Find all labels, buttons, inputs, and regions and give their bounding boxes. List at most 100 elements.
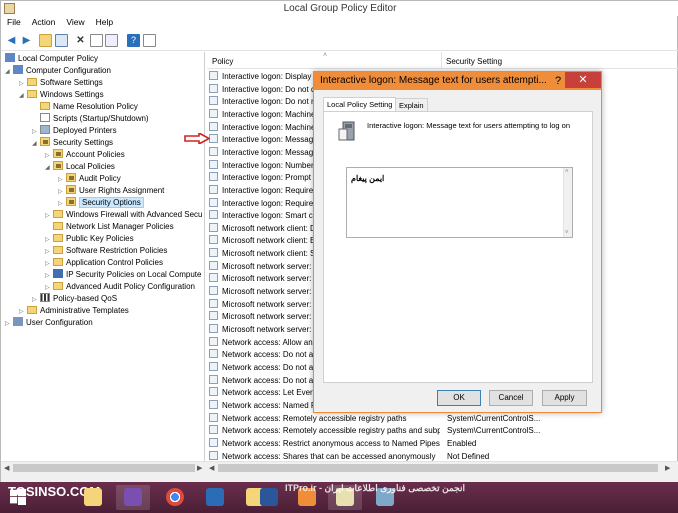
menu-help[interactable]: Help [90,16,118,27]
tree-item-local-policies[interactable]: ◢ Local Policies [45,161,115,173]
console-tree: Local Computer Policy ◢ Computer Configur… [3,52,205,474]
dialog-title: Interactive logon: Message text for user… [320,75,547,86]
scroll-thumb[interactable] [218,464,658,472]
folder-icon [53,210,63,218]
tree-item-windows-settings[interactable]: ◢ Windows Settings [19,89,104,101]
chart-icon [40,293,50,302]
show-hide-tree-icon[interactable] [55,34,68,47]
scroll-left-icon[interactable]: ◀ [4,464,9,472]
tree-item-local-computer-policy[interactable]: Local Computer Policy [5,53,98,65]
collapsed-arrow-icon[interactable]: ▷ [5,318,13,330]
policy-icon [209,121,218,131]
script-icon [40,113,50,122]
tab-explain[interactable]: Explain [395,98,428,112]
view-icon[interactable] [143,34,156,47]
table-row[interactable]: Network access: Remotely accessible regi… [209,425,677,438]
scroll-up-icon[interactable]: ˄ [565,169,569,175]
file-explorer-icon[interactable] [76,485,110,510]
expand-arrow-icon[interactable]: ◢ [32,138,40,150]
tree-item-software-restriction[interactable]: ▷ Software Restriction Policies [45,245,167,257]
scroll-thumb[interactable] [13,464,195,472]
sort-arrow-icon: ˄ [323,52,328,59]
tree-item-administrative-templates[interactable]: ▷ Administrative Templates [19,305,129,317]
setting-cell: System\CurrentControlS... [447,413,541,423]
folder-icon [53,234,63,242]
policy-icon [209,83,218,93]
tree-item-account-policies[interactable]: ▷ Account Policies [45,149,125,161]
menu-file[interactable]: File [1,16,26,27]
scroll-down-icon[interactable]: ˅ [565,230,569,236]
tree-item-application-control[interactable]: ▷ Application Control Policies [45,257,163,269]
policy-properties-dialog: Interactive logon: Message text for user… [313,71,602,413]
policy-icon [209,387,218,397]
close-button[interactable]: ✕ [565,72,601,88]
tree-item-user-configuration[interactable]: ▷ User Configuration [5,317,93,329]
back-icon[interactable]: ◀ [5,34,18,47]
horizontal-scrollbar[interactable]: ◀ ▶ ◀ ▶ [1,461,678,474]
folder-icon [53,282,63,290]
policy-icon [209,311,218,321]
column-security-setting[interactable]: Security Setting [446,57,502,66]
policy-icon [209,235,218,245]
toolbar: ◀ ▶ ✕ ? [1,31,678,51]
tree-item-computer-configuration[interactable]: ◢ Computer Configuration [5,65,111,77]
ok-button[interactable]: OK [437,390,481,406]
policy-icon [209,336,218,346]
message-text-field[interactable]: ایمن پیغام ˄ ˅ [346,167,573,238]
policy-icon [209,286,218,296]
policy-icon [209,324,218,333]
tree-item-windows-firewall[interactable]: ▷ Windows Firewall with Advanced Secu [45,209,203,221]
scroll-right-icon[interactable]: ▶ [197,464,202,472]
cancel-button[interactable]: Cancel [489,390,533,406]
column-resizer[interactable] [441,52,442,69]
tree-item-policy-based-qos[interactable]: ▷ Policy-based QoS [32,293,117,305]
policy-icon [209,450,218,460]
policy-icon [209,425,218,435]
folder-icon [53,222,63,230]
help-button[interactable]: ? [551,74,565,88]
tree-item-scripts[interactable]: Scripts (Startup/Shutdown) [32,113,149,125]
computer-icon [13,65,23,74]
tree-item-security-settings[interactable]: ◢ Security Settings [32,137,113,149]
tree-item-user-rights-assignment[interactable]: ▷ User Rights Assignment [58,185,164,197]
tree-item-name-resolution-policy[interactable]: Name Resolution Policy [32,101,138,113]
policy-icon [209,134,218,144]
tree-item-advanced-audit[interactable]: ▷ Advanced Audit Policy Configuration [45,281,195,293]
apply-button[interactable]: Apply [542,390,587,406]
scroll-left-icon[interactable]: ◀ [209,464,214,472]
setting-cell: System\CurrentControlS... [447,426,541,436]
help-icon[interactable]: ? [127,34,140,47]
delete-icon[interactable]: ✕ [74,34,87,47]
expand-arrow-icon[interactable]: ◢ [5,66,13,78]
tree-item-deployed-printers[interactable]: ▷ Deployed Printers [32,125,117,137]
vertical-scrollbar[interactable]: ˄ ˅ [563,168,572,237]
forward-icon[interactable]: ▶ [20,34,33,47]
tree-item-network-list-manager[interactable]: Network List Manager Policies [45,221,174,233]
menu-action[interactable]: Action [26,16,61,27]
menu-view[interactable]: View [60,16,89,27]
policy-icon [209,71,218,80]
tree-item-security-options[interactable]: ▷ Security Options [58,197,144,209]
tree-item-ip-security[interactable]: ▷ IP Security Policies on Local Compute [45,269,201,281]
folder-icon [27,90,37,98]
visual-studio-icon[interactable] [116,485,150,510]
expand-arrow-icon[interactable]: ◢ [45,162,53,174]
tree-item-software-settings[interactable]: ▷ Software Settings [19,77,103,89]
policy-icon [209,399,218,409]
dialog-title-bar[interactable]: Interactive logon: Message text for user… [314,72,601,90]
scroll-right-icon[interactable]: ▶ [665,464,670,472]
lock-folder-icon [66,173,76,182]
column-policy[interactable]: Policy [212,57,233,66]
up-folder-icon[interactable] [39,34,52,47]
tab-local-policy-setting[interactable]: Local Policy Setting [323,97,397,112]
table-row[interactable]: Network access: Remotely accessible regi… [209,412,677,426]
folder-icon [53,258,63,266]
properties-icon[interactable] [90,34,103,47]
chrome-icon[interactable] [158,485,192,510]
export-icon[interactable] [105,34,118,47]
tree-item-audit-policy[interactable]: ▷ Audit Policy [58,173,121,185]
title-bar[interactable]: Local Group Policy Editor [1,1,678,16]
expand-arrow-icon[interactable]: ◢ [19,90,27,102]
table-row[interactable]: Network access: Restrict anonymous acces… [209,437,677,451]
tree-item-public-key-policies[interactable]: ▷ Public Key Policies [45,233,134,245]
